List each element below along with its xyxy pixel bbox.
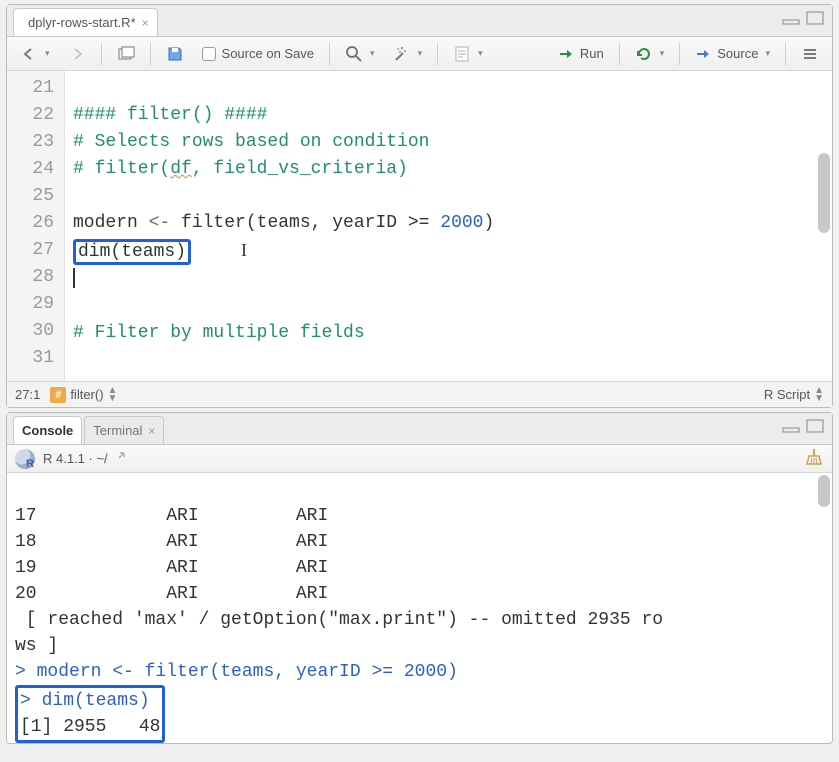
forward-button[interactable] [61, 41, 93, 67]
minimize-pane-icon[interactable] [782, 11, 800, 28]
editor-toolbar: Source on Save Run Source [7, 37, 832, 71]
editor-statusbar: 27:1 # filter() ▲▼ R Script ▲▼ [7, 381, 832, 407]
console-input-line: modern <- filter(teams, yearID >= 2000) [37, 662, 458, 682]
console-line: 18 ARI ARI [15, 532, 328, 552]
source-button[interactable]: Source [688, 41, 777, 67]
code-text: # filter( [73, 159, 170, 179]
compile-report-button[interactable] [446, 41, 490, 67]
section-label: filter() [70, 387, 103, 402]
run-button[interactable]: Run [551, 41, 611, 67]
source-on-save-checkbox[interactable]: Source on Save [195, 41, 322, 67]
code-area[interactable]: #### filter() #### # Selects rows based … [65, 71, 832, 381]
close-icon[interactable]: × [142, 16, 149, 30]
terminal-tab[interactable]: Terminal × [84, 416, 164, 444]
line-number: 23 [7, 129, 54, 156]
editor-scrollbar[interactable] [818, 73, 830, 379]
console-tab-label: Console [22, 423, 73, 438]
console-line: ws ] [15, 636, 58, 656]
outline-button[interactable] [794, 41, 826, 67]
back-button[interactable] [13, 41, 57, 67]
code-tools-button[interactable] [386, 41, 430, 67]
line-number: 31 [7, 345, 54, 372]
code-line: # Selects rows based on condition [73, 132, 429, 152]
line-number: 22 [7, 102, 54, 129]
console-scrollbar[interactable] [818, 475, 830, 741]
section-hash-icon: # [50, 387, 66, 403]
r-logo-icon [15, 449, 35, 469]
highlighted-code: dim(teams) [73, 239, 191, 265]
source-label: Source [717, 46, 758, 61]
code-text: modern [73, 213, 138, 233]
line-number: 26 [7, 210, 54, 237]
cursor-position: 27:1 [15, 387, 40, 402]
terminal-tab-label: Terminal [93, 423, 142, 438]
source-on-save-label: Source on Save [222, 46, 315, 61]
console-line: [ reached 'max' / getOption("max.print")… [15, 610, 663, 630]
show-in-new-window-button[interactable] [110, 41, 142, 67]
code-editor[interactable]: 21 22 23 24 25 26 27 28 29 30 31 #### fi… [7, 71, 832, 381]
editor-tabstrip: R dplyr-rows-start.R* × [7, 5, 832, 37]
scrollbar-thumb[interactable] [818, 153, 830, 233]
run-label: Run [580, 46, 604, 61]
line-number: 27 [7, 237, 54, 264]
console-output[interactable]: 17 ARI ARI 18 ARI ARI 19 ARI ARI 20 ARI … [7, 473, 832, 743]
editor-tab[interactable]: R dplyr-rows-start.R* × [13, 8, 158, 36]
clear-console-icon[interactable] [804, 447, 824, 470]
code-line: #### filter() #### [73, 105, 267, 125]
highlighted-console: > dim(teams) [1] 2955 48 [15, 685, 165, 743]
checkbox-icon [202, 47, 216, 61]
minimize-pane-icon[interactable] [782, 419, 800, 436]
console-header: R 4.1.1 · ~/ [7, 445, 832, 473]
file-type-select[interactable]: R Script ▲▼ [764, 387, 824, 403]
console-tab[interactable]: Console [13, 416, 82, 444]
maximize-pane-icon[interactable] [806, 419, 824, 436]
console-line: 19 ARI ARI [15, 558, 328, 578]
popout-icon[interactable] [116, 450, 130, 467]
code-text: ) [484, 213, 495, 233]
line-number: 25 [7, 183, 54, 210]
code-text: df [170, 159, 192, 179]
code-text: filter(teams, yearID >= [181, 213, 440, 233]
editor-tab-label: dplyr-rows-start.R* [28, 15, 136, 30]
line-number: 24 [7, 156, 54, 183]
code-line: # Filter by multiple fields [73, 323, 365, 343]
rerun-button[interactable] [628, 41, 672, 67]
line-number: 21 [7, 75, 54, 102]
line-gutter: 21 22 23 24 25 26 27 28 29 30 31 [7, 71, 65, 381]
section-nav[interactable]: # filter() ▲▼ [50, 387, 117, 403]
code-text: <- [138, 213, 181, 233]
sort-arrows-icon: ▲▼ [814, 387, 824, 403]
caret-icon [73, 268, 75, 288]
console-line: 17 ARI ARI [15, 506, 328, 526]
sort-arrows-icon: ▲▼ [108, 387, 118, 403]
console-result: [1] 2955 48 [20, 717, 160, 737]
maximize-pane-icon[interactable] [806, 11, 824, 28]
editor-pane: R dplyr-rows-start.R* × Source on Save R… [6, 4, 833, 408]
line-number: 30 [7, 318, 54, 345]
console-tabstrip: Console Terminal × [7, 413, 832, 445]
text-cursor-icon: I [241, 240, 247, 260]
pane-window-controls [782, 11, 824, 28]
line-number: 28 [7, 264, 54, 291]
console-input-line: dim(teams) [42, 691, 150, 711]
console-pane: Console Terminal × R 4.1.1 · ~/ 17 ARI A… [6, 412, 833, 744]
code-text: , field_vs_criteria) [192, 159, 408, 179]
scrollbar-thumb[interactable] [818, 475, 830, 507]
close-icon[interactable]: × [148, 424, 155, 438]
code-text: 2000 [440, 213, 483, 233]
find-button[interactable] [338, 41, 382, 67]
pane-window-controls [782, 419, 824, 436]
save-button[interactable] [159, 41, 191, 67]
line-number: 29 [7, 291, 54, 318]
file-type-label: R Script [764, 387, 810, 402]
console-line: 20 ARI ARI [15, 584, 328, 604]
console-header-label: R 4.1.1 · ~/ [43, 451, 108, 466]
